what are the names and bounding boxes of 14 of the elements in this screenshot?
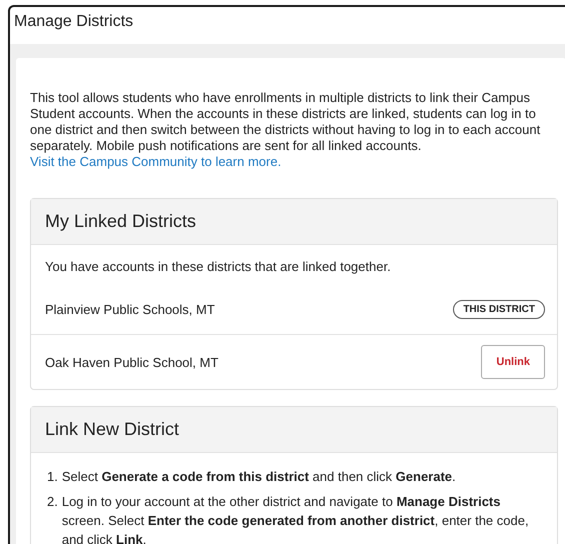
intro-paragraph: This tool allows students who have enrollments in multiple districts to link their Campus Student accounts. When the accounts in these districts are linked, students can log in to one district and then switch between the districts without having to log in to each account separately. Mobile push notifications are sent for all linked accounts. Visit the Campus Community to learn more. bbox=[30, 90, 542, 170]
unlink-button[interactable]: Unlink bbox=[481, 345, 545, 379]
step-text: Select Generate a code from this district and then click Generate. bbox=[62, 468, 456, 486]
step-number: 2. bbox=[47, 493, 58, 511]
district-name: Oak Haven Public School, MT bbox=[45, 354, 218, 370]
page-title: Manage Districts bbox=[13, 12, 134, 32]
step-text: Log in to your account at the other district and navigate to Manage Districts screen. Select Enter the code generated from another district, enter the code, and click Link. bbox=[62, 493, 530, 544]
community-link[interactable]: Visit the Campus Community to learn more. bbox=[30, 154, 282, 169]
panel-description: You have accounts in these districts that are linked together. bbox=[44, 258, 392, 276]
district-badge: THIS DISTRICT bbox=[453, 300, 545, 318]
district-name: Plainview Public Schools, MT bbox=[45, 302, 215, 316]
panel-header: Link New District bbox=[31, 407, 557, 453]
step-number: 1. bbox=[47, 468, 58, 486]
panel-header: My Linked Districts bbox=[31, 199, 557, 245]
